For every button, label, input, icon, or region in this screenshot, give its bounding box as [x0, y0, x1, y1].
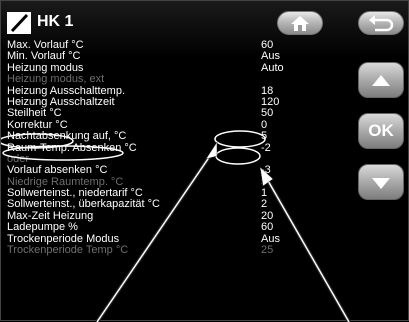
- setting-value: 60: [261, 221, 274, 234]
- diagonal-slash-icon: [7, 12, 31, 34]
- arrow-1-head: [205, 141, 218, 160]
- setting-label: Vorlauf absenken °C: [7, 164, 108, 177]
- highlight-ellipse-steilheit-value: [214, 130, 266, 148]
- home-button[interactable]: [277, 11, 323, 35]
- back-button[interactable]: [358, 11, 404, 35]
- scroll-down-button[interactable]: [358, 164, 404, 200]
- setting-label: Heizung modus, ext: [7, 73, 105, 86]
- setting-label: Ladepumpe %: [7, 221, 78, 234]
- setting-value: 25: [261, 244, 274, 257]
- scroll-up-button[interactable]: [358, 62, 404, 98]
- arrow-2-shadow: [265, 178, 351, 322]
- ok-label: OK: [368, 121, 394, 140]
- page-title: HK 1: [37, 13, 74, 30]
- setting-label: Nachtabsenkung auf, °C: [7, 130, 127, 143]
- triangle-up-icon: [372, 75, 390, 86]
- arrow-2-line: [266, 178, 350, 322]
- setting-label: Trockenperiode Temp °C: [7, 244, 129, 257]
- setting-value: 5: [261, 130, 268, 143]
- setting-value: Auto: [261, 61, 284, 74]
- setting-value: -3: [261, 164, 271, 177]
- setting-value: -2: [261, 141, 271, 154]
- back-arrow-icon: [369, 15, 394, 32]
- triangle-down-icon: [372, 178, 390, 189]
- controller-screen: HK 1 OK Max. Vorlauf °C 60 Min. Vorlauf °C…: [0, 0, 409, 322]
- ok-button[interactable]: OK: [358, 113, 404, 149]
- home-icon: [291, 16, 309, 31]
- highlight-ellipse-korrektur-value: [215, 147, 261, 165]
